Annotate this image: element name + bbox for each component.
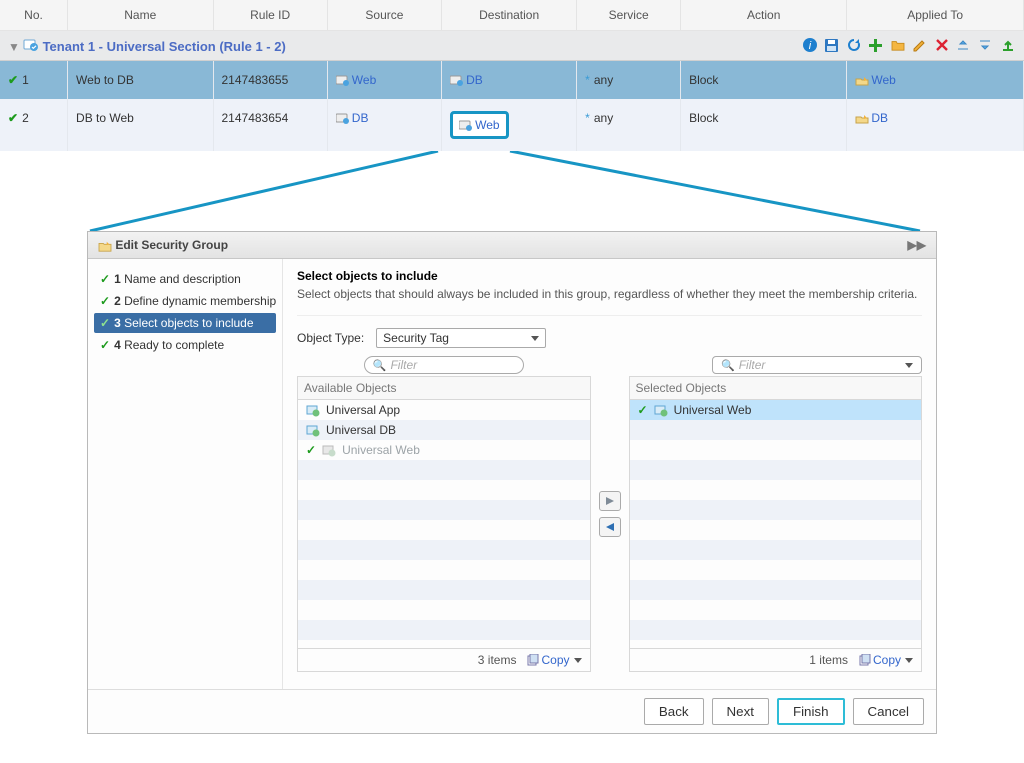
rule-service[interactable]: *any — [577, 99, 681, 151]
col-destination[interactable]: Destination — [442, 0, 577, 31]
copy-available-button[interactable]: Copy — [526, 653, 581, 667]
folder-icon[interactable] — [890, 37, 906, 53]
available-objects-header: Available Objects — [297, 376, 591, 399]
col-no[interactable]: No. — [0, 0, 68, 31]
rule-id: 2147483655 — [213, 61, 327, 100]
collapse-icon[interactable]: ▼ — [8, 40, 20, 54]
col-action[interactable]: Action — [681, 0, 847, 31]
available-objects-list[interactable]: Universal App Universal DB ✓ Universal W… — [297, 399, 591, 649]
rule-id: 2147483654 — [213, 99, 327, 151]
wizard-step-4[interactable]: ✓4 Ready to complete — [94, 335, 276, 355]
rule-no: ✔2 — [0, 99, 68, 151]
back-button[interactable]: Back — [644, 698, 704, 725]
rule-action[interactable]: Block — [681, 61, 847, 100]
copy-selected-button[interactable]: Copy — [858, 653, 913, 667]
dialog-expand-icon[interactable]: ▶▶ — [908, 238, 926, 252]
security-tag-icon — [654, 403, 668, 417]
refresh-icon[interactable] — [846, 37, 862, 53]
security-tag-icon — [306, 423, 320, 437]
move-down-icon[interactable] — [978, 37, 994, 53]
selected-count: 1 items — [809, 653, 848, 667]
available-count: 3 items — [478, 653, 517, 667]
rule-name: Web to DB — [68, 61, 213, 100]
remove-from-selected-button[interactable] — [599, 517, 621, 537]
rule-row[interactable]: ✔2 DB to Web 2147483654 DB Web *any Bloc… — [0, 99, 1024, 151]
firewall-rules-table: No. Name Rule ID Source Destination Serv… — [0, 0, 1024, 151]
save-icon[interactable] — [824, 37, 840, 53]
section-icon — [23, 40, 42, 54]
move-up-icon[interactable] — [956, 37, 972, 53]
callout-connector — [0, 151, 1024, 231]
available-filter-input[interactable]: 🔍 Filter — [364, 356, 524, 374]
next-button[interactable]: Next — [712, 698, 769, 725]
security-tag-icon — [306, 403, 320, 417]
export-icon[interactable] — [1000, 37, 1016, 53]
list-item[interactable]: Universal DB — [298, 420, 590, 440]
list-item[interactable]: ✓ Universal Web — [630, 400, 922, 420]
col-source[interactable]: Source — [327, 0, 441, 31]
rule-service[interactable]: *any — [577, 61, 681, 100]
edit-icon[interactable] — [912, 37, 928, 53]
delete-icon[interactable] — [934, 37, 950, 53]
search-icon: 🔍 — [721, 360, 735, 372]
info-icon[interactable]: i — [802, 37, 818, 53]
rule-action[interactable]: Block — [681, 99, 847, 151]
finish-button[interactable]: Finish — [777, 698, 845, 725]
selected-objects-header: Selected Objects — [629, 376, 923, 399]
security-tag-icon — [322, 443, 336, 457]
col-service[interactable]: Service — [577, 0, 681, 31]
add-icon[interactable] — [868, 37, 884, 53]
rule-source[interactable]: DB — [327, 99, 441, 151]
wizard-heading: Select objects to include — [297, 269, 922, 283]
rule-row[interactable]: ✔1 Web to DB 2147483655 Web DB *any Bloc… — [0, 61, 1024, 100]
add-to-selected-button[interactable] — [599, 491, 621, 511]
rule-name: DB to Web — [68, 99, 213, 151]
wizard-step-2[interactable]: ✓2 Define dynamic membership — [94, 291, 276, 311]
rule-no: ✔1 — [0, 61, 68, 100]
search-icon: 🔍 — [373, 359, 387, 372]
rule-appliedto[interactable]: DB — [847, 99, 1024, 151]
object-type-label: Object Type: — [297, 331, 364, 345]
list-item[interactable]: ✓ Universal Web — [298, 440, 590, 460]
col-name[interactable]: Name — [68, 0, 213, 31]
rule-appliedto[interactable]: Web — [847, 61, 1024, 100]
selected-filter-input[interactable]: 🔍Filter — [712, 356, 922, 374]
list-item[interactable]: Universal App — [298, 400, 590, 420]
rule-destination[interactable]: Web — [442, 99, 577, 151]
rule-source[interactable]: Web — [327, 61, 441, 100]
wizard-step-3[interactable]: ✓3 Select objects to include — [94, 313, 276, 333]
col-appliedto[interactable]: Applied To — [847, 0, 1024, 31]
wizard-steps: ✓1 Name and description ✓2 Define dynami… — [88, 259, 283, 689]
col-ruleid[interactable]: Rule ID — [213, 0, 327, 31]
rule-destination[interactable]: DB — [442, 61, 577, 100]
edit-security-group-dialog: Edit Security Group ▶▶ ✓1 Name and descr… — [87, 231, 937, 734]
dialog-title: Edit Security Group — [115, 238, 228, 252]
wizard-subtext: Select objects that should always be inc… — [297, 287, 922, 301]
object-type-select[interactable]: Security Tag — [376, 328, 546, 348]
section-header-row[interactable]: ▼ Tenant 1 - Universal Section (Rule 1 -… — [0, 31, 1024, 61]
wizard-step-1[interactable]: ✓1 Name and description — [94, 269, 276, 289]
section-title: Tenant 1 - Universal Section (Rule 1 - 2… — [43, 39, 286, 54]
dialog-icon — [98, 238, 112, 252]
selected-objects-list[interactable]: ✓ Universal Web — [629, 399, 923, 649]
cancel-button[interactable]: Cancel — [853, 698, 925, 725]
